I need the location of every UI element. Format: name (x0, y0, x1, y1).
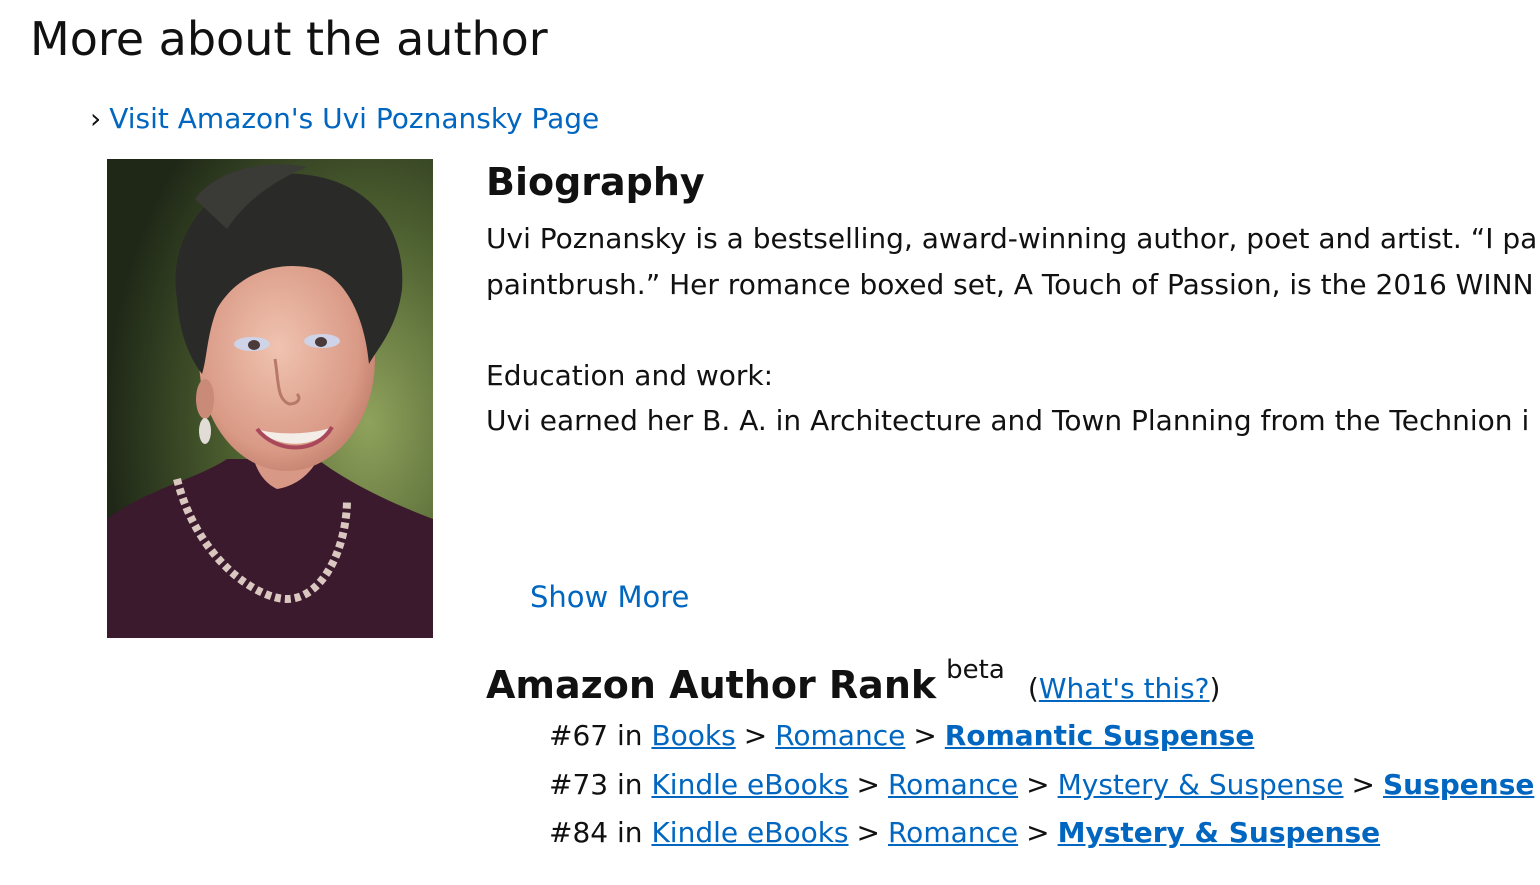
rank-separator: > (1351, 767, 1375, 801)
rank-in-label: in (617, 816, 643, 849)
author-photo-image (107, 159, 433, 638)
rank-category-link[interactable]: Romance (888, 768, 1018, 801)
biography-title: Biography (486, 160, 705, 204)
beta-label: beta (946, 655, 1005, 685)
rank-separator: > (856, 816, 880, 849)
visit-author-page: › Visit Amazon's Uvi Poznansky Page (90, 102, 599, 135)
rank-separator: > (913, 719, 937, 752)
biography-line: Education and work: (486, 358, 774, 392)
visit-author-page-link[interactable]: Visit Amazon's Uvi Poznansky Page (109, 102, 599, 135)
whats-this: (What's this?) (1027, 672, 1221, 705)
rank-separator: > (1026, 767, 1050, 801)
rank-final-category-link[interactable]: Mystery & Suspense (1058, 816, 1381, 849)
biography-line: Uvi earned her B. A. in Architecture and… (486, 404, 1530, 437)
rank-category-link[interactable]: Romance (775, 719, 905, 752)
author-photo[interactable] (107, 159, 433, 638)
rank-separator: > (1026, 816, 1050, 849)
section-title: More about the author (30, 12, 548, 66)
rank-number: #84 (549, 816, 609, 849)
author-rank-title: Amazon Author Rank (486, 663, 937, 707)
author-rank-header: Amazon Author Rank beta (What's this?) (486, 655, 1220, 707)
rank-final-category-link[interactable]: Suspense (1383, 768, 1534, 801)
rank-separator: > (743, 719, 768, 752)
rank-row: #84 in Kindle eBooks > Romance > Mystery & S… (549, 809, 1534, 858)
rank-number: #67 (549, 719, 609, 752)
biography-line: Uvi Poznansky is a bestselling, award-wi… (486, 222, 1538, 255)
rank-in-label: in (617, 767, 643, 801)
biography-text: Uvi Poznansky is a bestselling, award-wi… (486, 216, 1540, 478)
author-rank-list: #67 in Books > Romance > Romantic Suspense #… (549, 712, 1534, 858)
biography-fade (486, 440, 1540, 480)
rank-number: #73 (549, 767, 609, 801)
rank-category-link[interactable]: Mystery & Suspense (1058, 768, 1344, 801)
rank-row: #67 in Books > Romance > Romantic Suspense (549, 712, 1534, 761)
rank-row: #73 in Kindle eBooks > Romance > Mystery & S… (549, 761, 1534, 810)
show-more-link[interactable]: Show More (530, 580, 689, 614)
biography-line (486, 307, 1540, 353)
biography-line: paintbrush.” Her romance boxed set, A To… (486, 267, 1534, 301)
rank-in-label: in (617, 719, 643, 752)
rank-final-category-link[interactable]: Romantic Suspense (945, 719, 1255, 752)
rank-category-link[interactable]: Kindle eBooks (651, 816, 848, 849)
rank-separator: > (856, 767, 880, 801)
rank-category-link[interactable]: Kindle eBooks (651, 768, 848, 801)
rank-category-link[interactable]: Books (651, 719, 735, 752)
chevron-right-icon: › (90, 102, 102, 135)
rank-category-link[interactable]: Romance (888, 816, 1018, 849)
whats-this-link[interactable]: What's this? (1039, 672, 1210, 705)
